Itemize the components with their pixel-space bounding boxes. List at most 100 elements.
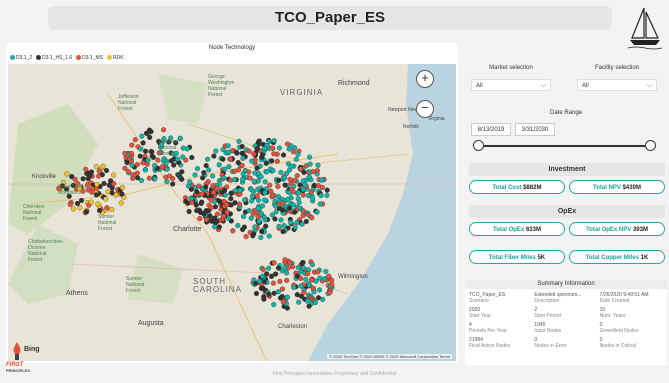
node-marker[interactable]	[263, 160, 269, 166]
node-marker[interactable]	[300, 259, 306, 266]
node-marker[interactable]	[237, 187, 243, 193]
node-marker[interactable]	[306, 303, 312, 309]
node-marker[interactable]	[97, 207, 103, 214]
node-marker[interactable]	[227, 156, 233, 162]
node-marker[interactable]	[103, 167, 110, 174]
node-marker[interactable]	[290, 149, 296, 155]
node-marker[interactable]	[221, 175, 227, 181]
total-npv-card[interactable]: Total NPV $430M	[569, 180, 665, 194]
node-marker[interactable]	[301, 265, 307, 271]
node-marker[interactable]	[294, 273, 300, 279]
legend-item[interactable]: D3.1_2	[10, 55, 32, 61]
node-marker[interactable]	[291, 284, 297, 290]
node-marker[interactable]	[281, 223, 287, 229]
node-marker[interactable]	[113, 192, 119, 198]
node-marker[interactable]	[214, 218, 220, 224]
node-marker[interactable]	[295, 151, 301, 157]
node-marker[interactable]	[189, 199, 195, 206]
node-marker[interactable]	[228, 196, 234, 202]
node-marker[interactable]	[242, 197, 248, 203]
node-marker[interactable]	[143, 130, 150, 136]
node-marker[interactable]	[269, 158, 275, 164]
node-marker[interactable]	[323, 268, 329, 275]
node-marker[interactable]	[324, 192, 330, 198]
node-marker[interactable]	[232, 188, 239, 194]
node-marker[interactable]	[147, 134, 153, 140]
node-marker[interactable]	[235, 167, 242, 173]
node-marker[interactable]	[300, 178, 306, 184]
node-marker[interactable]	[318, 177, 325, 183]
node-marker[interactable]	[256, 278, 263, 284]
node-marker[interactable]	[324, 187, 330, 193]
node-marker[interactable]	[106, 182, 112, 188]
node-marker[interactable]	[140, 140, 146, 146]
node-marker[interactable]	[278, 169, 284, 175]
node-marker[interactable]	[285, 196, 291, 202]
node-marker[interactable]	[137, 153, 143, 159]
node-marker[interactable]	[84, 209, 90, 215]
node-marker[interactable]	[240, 176, 246, 182]
node-marker[interactable]	[279, 286, 286, 292]
node-marker[interactable]	[210, 183, 216, 189]
node-marker[interactable]	[270, 192, 276, 198]
node-marker[interactable]	[93, 192, 99, 198]
node-marker[interactable]	[317, 287, 323, 293]
node-marker[interactable]	[327, 290, 333, 296]
node-marker[interactable]	[134, 162, 140, 168]
node-marker[interactable]	[266, 291, 272, 297]
node-marker[interactable]	[288, 163, 294, 169]
node-marker[interactable]	[270, 280, 276, 286]
node-marker[interactable]	[315, 269, 321, 275]
node-marker[interactable]	[292, 209, 298, 215]
node-marker[interactable]	[266, 265, 272, 271]
node-marker[interactable]	[89, 185, 95, 192]
node-marker[interactable]	[220, 156, 226, 162]
node-marker[interactable]	[196, 183, 202, 189]
node-marker[interactable]	[284, 277, 290, 283]
node-marker[interactable]	[234, 149, 240, 155]
node-marker[interactable]	[282, 257, 288, 263]
node-marker[interactable]	[329, 277, 335, 283]
node-marker[interactable]	[213, 148, 219, 154]
node-marker[interactable]	[210, 173, 216, 179]
node-marker[interactable]	[122, 150, 128, 156]
node-marker[interactable]	[140, 160, 146, 166]
node-marker[interactable]	[155, 157, 161, 163]
node-marker[interactable]	[262, 179, 268, 185]
node-marker[interactable]	[64, 171, 70, 177]
node-marker[interactable]	[208, 205, 214, 211]
node-marker[interactable]	[199, 191, 205, 197]
node-marker[interactable]	[318, 193, 324, 199]
node-marker[interactable]	[241, 224, 247, 230]
node-marker[interactable]	[304, 298, 311, 304]
node-marker[interactable]	[109, 206, 115, 213]
node-marker[interactable]	[78, 197, 85, 204]
node-marker[interactable]	[77, 205, 83, 211]
node-marker[interactable]	[246, 169, 252, 175]
node-marker[interactable]	[272, 203, 279, 209]
node-marker[interactable]	[276, 145, 282, 151]
facility-selection-dropdown[interactable]: All ⌵	[577, 79, 657, 91]
node-marker[interactable]	[300, 213, 306, 219]
node-marker[interactable]	[271, 151, 277, 157]
node-marker[interactable]	[301, 290, 307, 296]
node-marker[interactable]	[145, 157, 151, 163]
node-marker[interactable]	[67, 201, 73, 208]
node-marker[interactable]	[306, 282, 312, 288]
node-marker[interactable]	[256, 218, 262, 224]
node-marker[interactable]	[148, 129, 154, 135]
node-marker[interactable]	[200, 175, 206, 181]
node-marker[interactable]	[80, 176, 86, 182]
node-marker[interactable]	[214, 185, 220, 191]
node-marker[interactable]	[256, 138, 262, 144]
node-marker[interactable]	[305, 271, 311, 277]
node-marker[interactable]	[152, 176, 158, 182]
node-marker[interactable]	[290, 189, 296, 195]
node-marker[interactable]	[161, 127, 167, 133]
date-range-slider-start-handle[interactable]	[473, 140, 484, 151]
node-marker[interactable]	[95, 173, 102, 179]
node-marker[interactable]	[303, 218, 309, 225]
node-marker[interactable]	[211, 153, 217, 159]
node-marker[interactable]	[282, 265, 288, 271]
node-marker[interactable]	[194, 166, 201, 172]
